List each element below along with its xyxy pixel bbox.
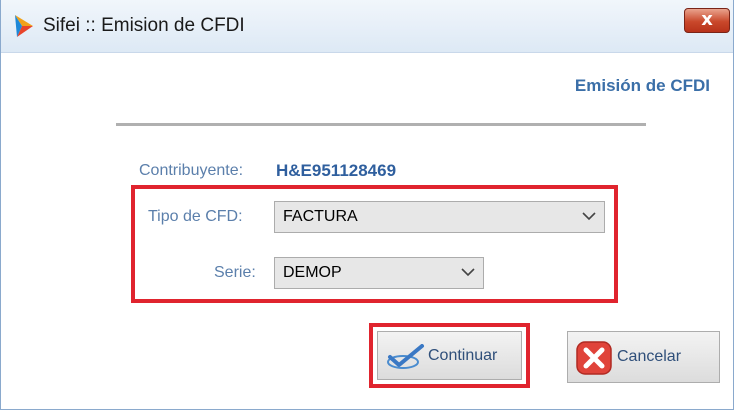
- cancelar-button[interactable]: Cancelar: [567, 331, 720, 383]
- serie-select[interactable]: DEMOP: [274, 257, 484, 289]
- form-heading: Emisión de CFDI: [574, 76, 710, 95]
- window-title: Sifei :: Emision de CFDI: [43, 15, 245, 36]
- sifei-logo-icon: [15, 15, 33, 37]
- tipo-cfd-selected: FACTURA: [283, 208, 358, 225]
- continuar-label: Continuar: [428, 347, 498, 364]
- tipo-cfd-select[interactable]: FACTURA: [274, 201, 605, 233]
- checkmark-icon: [387, 344, 424, 369]
- chevron-down-icon: [582, 212, 596, 221]
- serie-label: Serie:: [214, 264, 256, 281]
- cancel-x-icon: [576, 341, 612, 375]
- close-button[interactable]: x: [684, 8, 730, 33]
- contribuyente-label: Contribuyente:: [139, 162, 244, 179]
- serie-selected: DEMOP: [283, 264, 342, 281]
- contribuyente-value: H&E951128469: [276, 161, 397, 180]
- chevron-down-icon: [461, 268, 475, 277]
- cancelar-label: Cancelar: [617, 348, 682, 365]
- title-bar[interactable]: Sifei :: Emision de CFDI x: [1, 0, 733, 53]
- continuar-button[interactable]: Continuar: [377, 331, 522, 380]
- emision-dialog: Sifei :: Emision de CFDI x Emisión de CF…: [0, 0, 734, 410]
- divider: [116, 123, 646, 126]
- close-icon: x: [701, 9, 713, 30]
- tipo-cfd-label: Tipo de CFD:: [148, 208, 243, 225]
